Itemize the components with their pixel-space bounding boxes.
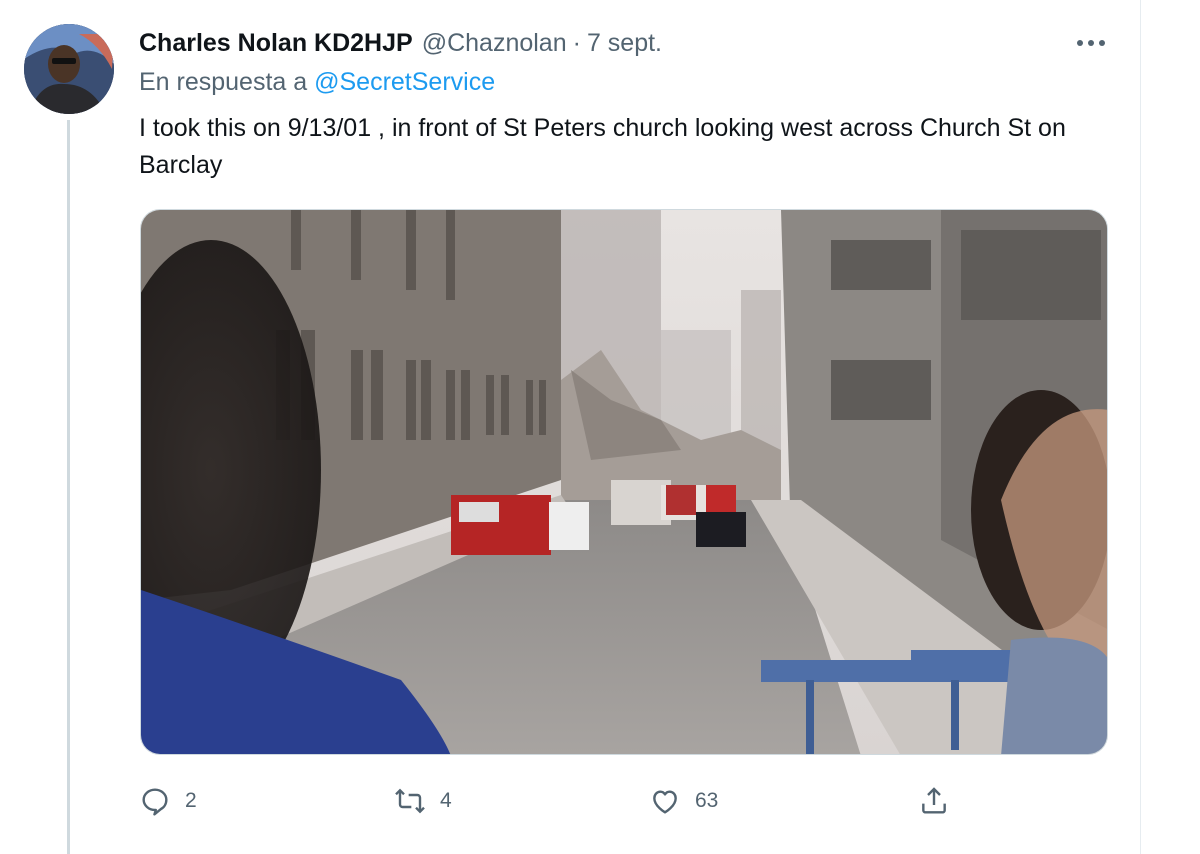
retweet-button[interactable]: 4 [394,780,452,822]
reply-button[interactable]: 2 [139,780,197,822]
reply-count: 2 [185,789,197,812]
tweet-text: I took this on 9/13/01 , in front of St … [139,114,1066,179]
like-icon [653,790,677,814]
street-photo-illustration [141,210,1107,754]
avatar[interactable] [24,24,114,114]
reply-context: En respuesta a @SecretService [139,68,495,97]
more-icon [1077,40,1105,46]
tweet-photo[interactable] [140,209,1108,755]
thread-connector-line [67,120,70,854]
separator-dot: · [572,28,581,57]
timeline-border [1140,0,1141,854]
tweet-header: Charles Nolan KD2HJP @Chaznolan · 7 sept… [139,27,662,59]
share-icon [922,787,946,814]
share-button[interactable] [918,780,950,822]
tweet-date[interactable]: 7 sept. [587,29,662,58]
retweet-count: 4 [440,789,452,812]
tweet-actions: 2 4 63 [139,780,959,822]
reply-icon [142,788,168,816]
retweet-icon [395,788,425,814]
reply-mention-link[interactable]: @SecretService [314,68,495,96]
like-count: 63 [695,789,719,812]
author-name[interactable]: Charles Nolan KD2HJP [139,29,413,58]
reply-prefix: En respuesta a [139,68,308,96]
avatar-image [24,24,114,114]
more-options-button[interactable] [1070,28,1112,58]
author-handle[interactable]: @Chaznolan [422,29,567,58]
like-button[interactable]: 63 [649,780,718,822]
